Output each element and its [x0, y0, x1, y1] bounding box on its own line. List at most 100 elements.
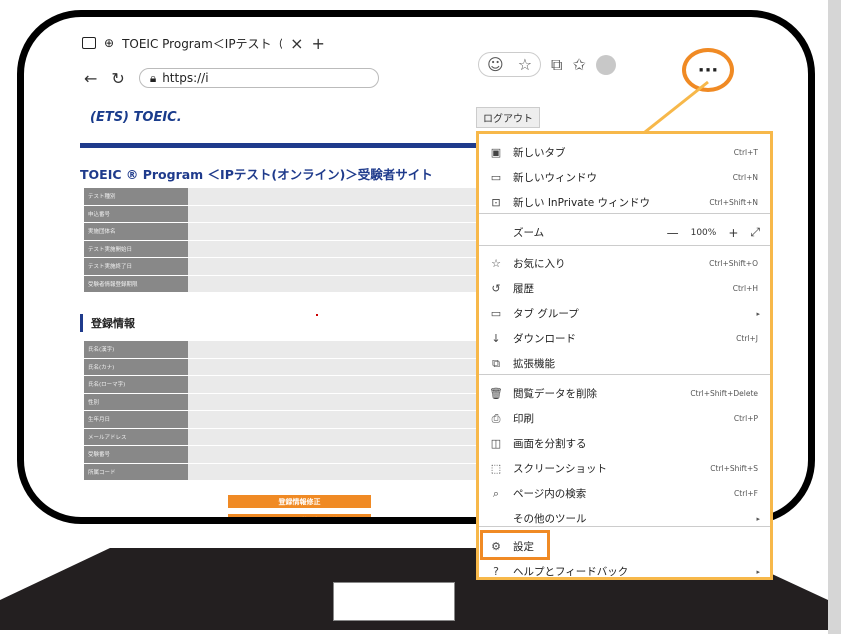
row-value	[188, 428, 480, 445]
menu-item-label: タブ グループ	[513, 308, 579, 320]
registration-info-table: 氏名(漢字) 氏名(カナ) 氏名(ローマ字) 性別 生年月日 メールアドレス 受…	[84, 341, 480, 481]
menu-item[interactable]: その他のツール ▸	[479, 506, 770, 531]
menu-item-shortcut: Ctrl+F	[734, 489, 758, 498]
menu-item[interactable]: ☆ お気に入り Ctrl+Shift+O	[479, 251, 770, 276]
close-tab-icon[interactable]: ×	[290, 34, 303, 53]
row-value	[188, 358, 480, 375]
table-row: テスト実施終了日	[84, 258, 480, 276]
browser-settings-menu: ▣ 新しいタブ Ctrl+T ▭ 新しいウィンドウ Ctrl+N ⊡ 新しい InPrivat…	[476, 131, 773, 580]
menu-item[interactable]: ↺ 履歴 Ctrl+H	[479, 276, 770, 301]
row-label: 受験者情報登録期限	[84, 275, 188, 292]
menu-item-shortcut: Ctrl+Shift+Delete	[690, 389, 758, 398]
browser-tab[interactable]: TOEIC Program＜IPテスト（オンライ	[122, 35, 282, 52]
table-row: 実施団体名	[84, 223, 480, 241]
menu-item-label: ズーム	[513, 227, 545, 239]
section-title: 登録情報	[80, 314, 480, 332]
menu-item-shortcut: Ctrl+Shift+N	[709, 198, 758, 207]
zoom-controls: — 100% + ⤢	[667, 225, 760, 240]
delete-browsing-data-icon: 🗑	[489, 387, 503, 400]
menu-item-shortcut: Ctrl+N	[732, 173, 758, 182]
browser-toolbar: ☺ ☆ ⧉ ✩	[478, 52, 616, 77]
menu-item[interactable]: ▭ 新しいウィンドウ Ctrl+N	[479, 165, 770, 190]
menu-item[interactable]: ▭ タブ グループ ▸	[479, 301, 770, 326]
row-value	[188, 205, 480, 222]
row-value	[188, 341, 480, 358]
row-value	[188, 463, 480, 480]
edit-registration-button[interactable]: 登録情報修正	[228, 495, 371, 508]
page-title: TOEIC ® Program ＜IPテスト(オンライン)＞受験者サイト	[80, 167, 433, 182]
zoom-in-button[interactable]: +	[728, 226, 738, 240]
test-info-table: テスト種別 申込番号 実施団体名 テスト実施開始日 テスト実施終了日 受験者情報…	[84, 188, 480, 293]
table-row: 所属コード	[84, 463, 480, 481]
logout-button[interactable]: ログアウト	[476, 107, 540, 128]
address-actions: ☺ ☆	[478, 52, 542, 77]
row-label: テスト種別	[84, 188, 188, 205]
table-row: 氏名(漢字)	[84, 341, 480, 359]
table-row: 生年月日	[84, 411, 480, 429]
back-arrow-icon[interactable]: ←	[84, 69, 97, 88]
tab-actions-icon[interactable]	[82, 37, 96, 49]
history-icon: ↺	[491, 282, 501, 295]
table-row: テスト実施開始日	[84, 240, 480, 258]
menu-item-label: 画面を分割する	[513, 438, 587, 450]
right-edge-bar	[828, 0, 841, 634]
menu-item-label: ヘルプとフィードバック	[513, 566, 629, 578]
menu-item[interactable]: ⬚ スクリーンショット Ctrl+Shift+S	[479, 456, 770, 481]
menu-item[interactable]: ⌕ ページ内の検索 Ctrl+F	[479, 481, 770, 506]
table-row: テスト種別	[84, 188, 480, 206]
row-label: 所属コード	[84, 463, 188, 480]
row-value	[188, 223, 480, 240]
submenu-arrow-icon: ▸	[756, 514, 760, 523]
menu-item-label: 閲覧データを削除	[513, 388, 597, 400]
row-label: テスト実施終了日	[84, 258, 188, 275]
menu-item-label: 履歴	[513, 283, 534, 295]
menu-item[interactable]: ▣ 新しいタブ Ctrl+T	[479, 140, 770, 165]
screenshot-icon: ⬚	[490, 462, 502, 475]
profile-avatar[interactable]	[595, 54, 616, 75]
menu-item-label: その他のツール	[513, 513, 587, 525]
menu-item-shortcut: Ctrl+Shift+O	[709, 259, 758, 268]
menu-item[interactable]: ⎙ 印刷 Ctrl+P	[479, 406, 770, 431]
refresh-icon[interactable]: ↻	[111, 69, 124, 88]
table-row: 受験番号	[84, 446, 480, 464]
header-divider	[80, 143, 480, 148]
row-label: 性別	[84, 393, 188, 410]
menu-item[interactable]: ⧉ 拡張機能	[479, 351, 770, 376]
address-bar[interactable]: 🔒︎ https://i	[138, 68, 379, 88]
favorites-list-icon[interactable]: ✩	[572, 55, 585, 74]
row-value	[188, 240, 480, 257]
print-icon: ⎙	[491, 411, 501, 425]
emoji-icon[interactable]: ☺	[487, 55, 504, 74]
tab-groups-icon: ▭	[490, 307, 502, 320]
zoom-out-button[interactable]: —	[667, 226, 679, 240]
row-label: 氏名(カナ)	[84, 358, 188, 375]
settings-highlight-box	[480, 530, 550, 560]
menu-item-label: 新しいタブ	[513, 147, 566, 159]
row-label: 申込番号	[84, 205, 188, 222]
survey-exam-button[interactable]: アンケート回答/試験実施	[228, 514, 371, 517]
ets-toeic-logo: (ETS) TOEIC.	[90, 110, 182, 125]
fullscreen-icon[interactable]: ⤢	[750, 225, 760, 240]
row-value	[188, 275, 480, 292]
lock-icon: 🔒︎	[149, 70, 157, 85]
menu-item[interactable]: 🗑 閲覧データを削除 Ctrl+Shift+Delete	[479, 381, 770, 406]
table-row: 氏名(カナ)	[84, 358, 480, 376]
extensions-puzzle-icon[interactable]: ⧉	[551, 55, 562, 75]
laptop-touchpad	[333, 582, 455, 621]
new-tab-plus-icon[interactable]: +	[311, 34, 324, 53]
extensions-icon: ⧉	[492, 356, 500, 370]
menu-item[interactable]: ⊡ 新しい InPrivate ウィンドウ Ctrl+Shift+N	[479, 190, 770, 215]
menu-item[interactable]: ◫ 画面を分割する	[479, 431, 770, 456]
menu-item-label: ダウンロード	[513, 333, 576, 345]
table-row: 受験者情報登録期限	[84, 275, 480, 293]
red-marker	[316, 314, 318, 316]
menu-item[interactable]: ? ヘルプとフィードバック ▸	[479, 559, 770, 584]
favorite-star-icon[interactable]: ☆	[518, 55, 532, 74]
menu-item-label: スクリーンショット	[513, 463, 607, 475]
menu-item-shortcut: Ctrl+H	[732, 284, 758, 293]
menu-item[interactable]: ↓ ダウンロード Ctrl+J	[479, 326, 770, 351]
menu-item-label: 新しいウィンドウ	[513, 172, 597, 184]
table-row: 性別	[84, 393, 480, 411]
submenu-arrow-icon: ▸	[756, 309, 760, 318]
new-tab-icon: ▣	[490, 146, 502, 159]
